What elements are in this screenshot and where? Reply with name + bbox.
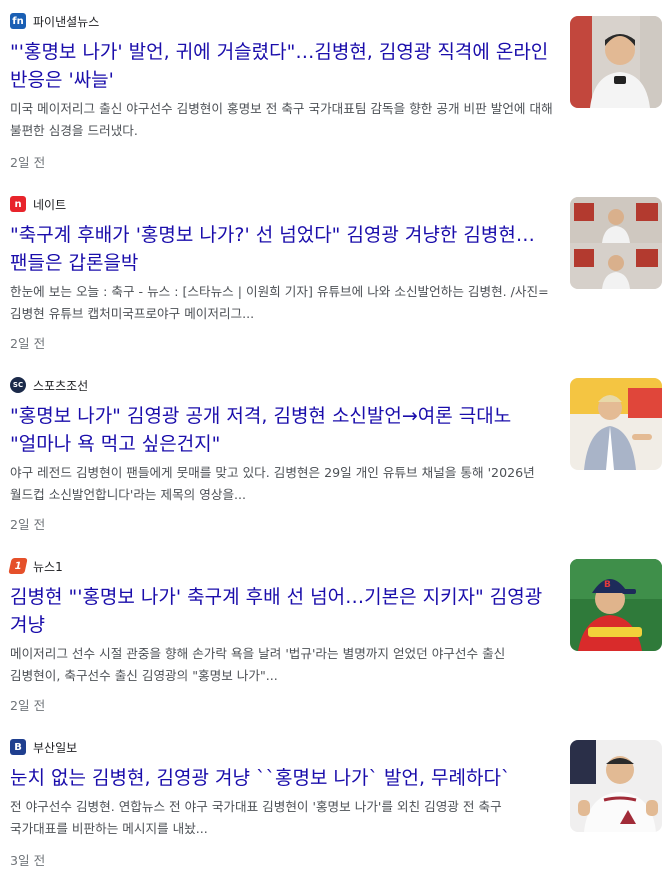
headline-link[interactable]: 김병현 "'홍명보 나가' 축구계 후배 선 넘어…기본은 지키자" 김영광 겨…: [10, 583, 555, 639]
source-name: 부산일보: [33, 740, 78, 755]
publish-time: 2일 전: [10, 517, 46, 532]
video-capture-thumbnail-icon: [570, 197, 662, 289]
source-row: n 네이트: [10, 195, 66, 213]
speaker-photo-thumbnail-icon: [570, 378, 662, 470]
headline-link[interactable]: "홍명보 나가" 김영광 공개 저격, 김병현 소신발언→여론 극대노 "얼마나…: [10, 402, 555, 458]
source-name: 파이낸셜뉴스: [33, 14, 100, 29]
article-thumbnail[interactable]: [570, 197, 662, 289]
svg-text:B: B: [604, 580, 611, 590]
source-row: 1 뉴스1: [8, 557, 63, 575]
jersey-person-thumbnail-icon: [570, 740, 662, 832]
cap-person-thumbnail-icon: B: [570, 559, 662, 651]
publish-time: 3일 전: [10, 853, 46, 868]
publish-time: 2일 전: [10, 698, 46, 713]
publish-time: 2일 전: [10, 155, 46, 170]
source-row: SC 스포츠조선: [10, 376, 88, 394]
article-thumbnail[interactable]: [570, 740, 662, 832]
headline-link[interactable]: "축구계 후배가 '홍명보 나가?' 선 넘었다" 김영광 겨냥한 김병현… 팬…: [10, 221, 555, 277]
source-name: 스포츠조선: [33, 378, 89, 393]
article-snippet: 전 야구선수 김병현. 연합뉴스 전 야구 국가대표 김병현이 '홍명보 나가'…: [10, 799, 502, 836]
source-logo-icon: B: [10, 739, 26, 755]
article-thumbnail[interactable]: [570, 378, 662, 470]
article-thumbnail[interactable]: B: [570, 559, 662, 651]
source-logo-icon: fn: [10, 13, 26, 29]
news-feed: fn 파이낸셜뉴스 "'홍명보 나가' 발언, 귀에 거슬렸다"…김병현, 김영…: [0, 0, 671, 874]
publish-time: 2일 전: [10, 336, 46, 351]
article-snippet: 메이저리그 선수 시절 관중을 향해 손가락 욕을 날려 '법규'라는 별명까지…: [10, 646, 506, 683]
source-name: 뉴스1: [33, 559, 63, 574]
source-name: 네이트: [33, 197, 67, 212]
article-thumbnail[interactable]: [570, 16, 662, 108]
source-row: fn 파이낸셜뉴스: [10, 12, 99, 30]
source-logo-icon: SC: [10, 377, 26, 393]
person-photo-thumbnail-icon: [570, 16, 662, 108]
article-snippet: 한눈에 보는 오늘 : 축구 - 뉴스 : [스타뉴스 | 이원희 기자] 유튜…: [10, 284, 549, 321]
source-logo-icon: n: [10, 196, 26, 212]
headline-link[interactable]: 눈치 없는 김병현, 김영광 겨냥 ``홍명보 나가` 발언, 무례하다`: [10, 764, 555, 792]
article-snippet: 미국 메이저리그 출신 야구선수 김병현이 홍명보 전 축구 국가대표팀 감독을…: [10, 101, 553, 138]
source-row: B 부산일보: [10, 738, 77, 756]
source-logo-icon: 1: [8, 558, 28, 574]
article-snippet: 야구 레전드 김병현이 팬들에게 뭇매를 맞고 있다. 김병현은 29일 개인 …: [10, 465, 535, 502]
headline-link[interactable]: "'홍명보 나가' 발언, 귀에 거슬렸다"…김병현, 김영광 직격에 온라인 …: [10, 38, 555, 94]
